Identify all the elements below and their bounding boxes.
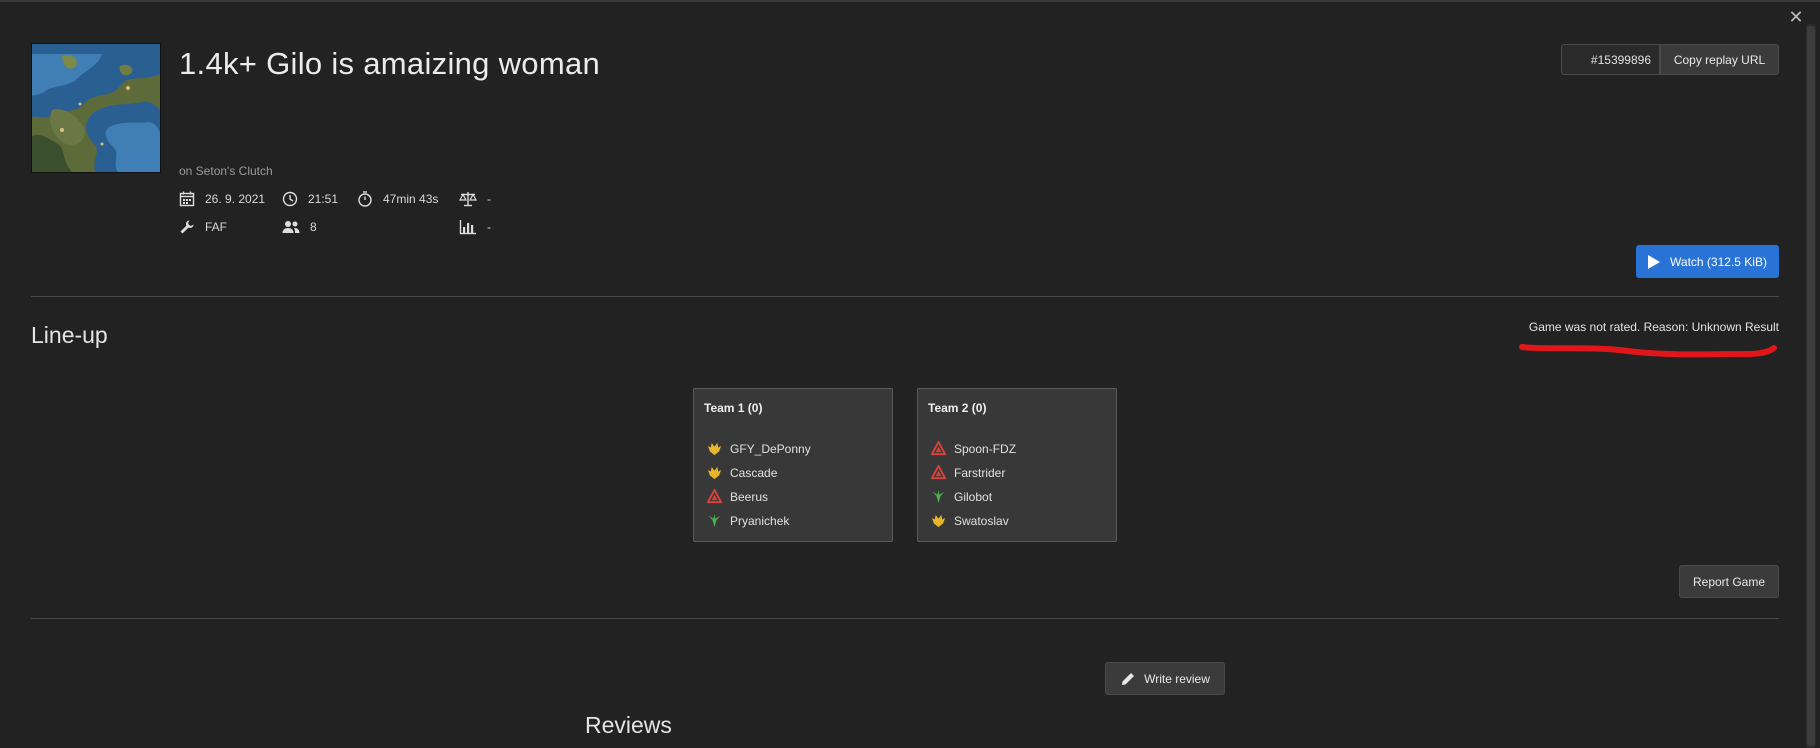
team-card-2: Team 2 (0) Spoon-FDZ Farstrider Gilobot … xyxy=(917,388,1117,542)
close-icon[interactable]: ✕ xyxy=(1786,8,1806,28)
meta-time: 21:51 xyxy=(282,191,338,207)
player-name: Beerus xyxy=(730,489,769,504)
meta-duration: 47min 43s xyxy=(357,191,438,207)
team-name: Team 2 (0) xyxy=(928,401,987,415)
team-card-1: Team 1 (0) GFY_DePonny Cascade Beerus Pr… xyxy=(693,388,893,542)
seraphim-icon xyxy=(708,513,721,528)
meta-date: 26. 9. 2021 xyxy=(179,191,265,207)
scrollbar-thumb[interactable] xyxy=(1807,26,1815,746)
player-row[interactable]: GFY_DePonny xyxy=(707,441,811,456)
wrench-icon xyxy=(180,220,194,234)
stopwatch-icon xyxy=(358,191,372,207)
rating-value: - xyxy=(487,220,491,234)
aeon-icon xyxy=(931,514,946,528)
cybran-icon xyxy=(931,441,946,456)
lineup-heading: Line-up xyxy=(31,322,108,348)
report-game-button[interactable]: Report Game xyxy=(1679,565,1779,598)
calendar-icon xyxy=(179,191,195,207)
player-row[interactable]: Spoon-FDZ xyxy=(931,441,1016,456)
meta-players: 8 xyxy=(282,219,317,235)
map-name: on Seton's Clutch xyxy=(179,164,273,178)
player-row[interactable]: Farstrider xyxy=(931,465,1005,480)
map-preview-image xyxy=(31,43,161,173)
copy-replay-url-button[interactable]: Copy replay URL xyxy=(1660,44,1779,75)
player-row[interactable]: Gilobot xyxy=(931,489,992,504)
write-review-button[interactable]: Write review xyxy=(1105,662,1225,695)
watch-button-label: Watch (312.5 KiB) xyxy=(1670,254,1767,269)
rating-status-note: Game was not rated. Reason: Unknown Resu… xyxy=(1528,320,1779,334)
player-name: GFY_DePonny xyxy=(730,441,811,456)
player-row[interactable]: Beerus xyxy=(707,489,768,504)
date-value: 26. 9. 2021 xyxy=(205,192,266,206)
cybran-icon xyxy=(931,465,946,480)
watch-button[interactable]: Watch (312.5 KiB) xyxy=(1636,245,1779,278)
player-row[interactable]: Pryanichek xyxy=(707,513,789,528)
player-row[interactable]: Swatoslav xyxy=(931,513,1009,528)
duration-value: 47min 43s xyxy=(383,192,439,206)
team-name: Team 1 (0) xyxy=(704,401,763,415)
aeon-icon xyxy=(707,466,722,480)
player-name: Gilobot xyxy=(954,489,993,504)
meta-rating: - xyxy=(459,219,491,235)
pencil-icon xyxy=(1122,672,1135,685)
featured-mod-value: FAF xyxy=(205,220,228,234)
player-count-value: 8 xyxy=(310,220,317,234)
play-icon xyxy=(1648,254,1661,269)
player-name: Pryanichek xyxy=(730,513,790,528)
write-review-label: Write review xyxy=(1144,671,1210,686)
window-top-strip xyxy=(0,0,1820,2)
red-annotation-underline xyxy=(1519,344,1777,358)
scale-balance-icon xyxy=(459,192,477,207)
aeon-icon xyxy=(707,442,722,456)
divider xyxy=(31,618,1779,619)
replay-id-field[interactable]: #15399896 xyxy=(1561,44,1660,75)
meta-balance: - xyxy=(459,191,491,207)
time-value: 21:51 xyxy=(308,192,339,206)
meta-mod: FAF xyxy=(179,219,227,235)
cybran-icon xyxy=(707,489,722,504)
divider xyxy=(31,296,1779,297)
users-icon xyxy=(282,221,300,233)
seraphim-icon xyxy=(932,489,945,504)
player-name: Farstrider xyxy=(954,465,1006,480)
player-name: Spoon-FDZ xyxy=(954,441,1017,456)
replay-title: 1.4k+ Gilo is amaizing woman xyxy=(179,46,601,81)
balance-value: - xyxy=(487,192,491,206)
player-name: Cascade xyxy=(730,465,778,480)
clock-icon xyxy=(282,191,298,207)
bar-chart-icon xyxy=(459,220,476,235)
player-row[interactable]: Cascade xyxy=(707,465,777,480)
reviews-heading: Reviews xyxy=(585,712,672,738)
player-name: Swatoslav xyxy=(954,513,1009,528)
